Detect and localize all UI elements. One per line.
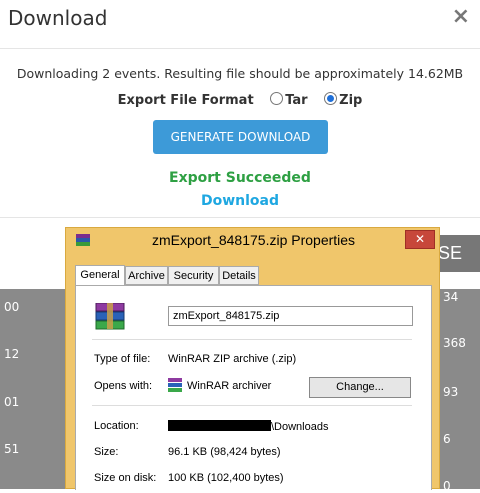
bg-number: 34 xyxy=(443,290,459,304)
zip-label[interactable]: Zip xyxy=(339,93,362,108)
size-on-disk-label: Size on disk: xyxy=(94,472,157,484)
export-status-text: Export Succeeded xyxy=(169,170,311,186)
tab-details[interactable]: Details xyxy=(219,266,259,285)
bg-number: 0 xyxy=(443,479,451,493)
modal-divider xyxy=(0,217,480,218)
bg-number: 00 xyxy=(4,300,20,314)
window-close-button[interactable]: ✕ xyxy=(405,230,435,249)
opens-with-label: Opens with: xyxy=(94,380,153,392)
redacted-path xyxy=(168,420,271,431)
winrar-archive-icon xyxy=(95,303,125,330)
export-format-label: Export File Format xyxy=(117,93,254,108)
bg-number: 93 xyxy=(443,385,459,399)
close-icon[interactable]: × xyxy=(452,4,470,29)
generate-download-button[interactable]: GENERATE DOWNLOAD xyxy=(153,120,328,154)
size-value: 96.1 KB (98,424 bytes) xyxy=(168,446,281,458)
general-panel: zmExport_848175.zip Type of file: WinRAR… xyxy=(75,285,432,490)
change-button[interactable]: Change... xyxy=(309,377,411,398)
tab-security[interactable]: Security xyxy=(168,266,219,285)
modal-title: Download xyxy=(8,6,108,30)
location-value: \Downloads xyxy=(168,420,328,433)
background-table-right: 34 368 93 6 0 xyxy=(440,289,480,493)
type-value: WinRAR ZIP archive (.zip) xyxy=(168,353,297,365)
separator xyxy=(92,339,412,340)
tar-label[interactable]: Tar xyxy=(285,93,307,108)
location-label: Location: xyxy=(94,420,139,432)
export-format-row: Export File Format Tar Zip xyxy=(0,92,480,108)
filename-field[interactable]: zmExport_848175.zip xyxy=(168,306,413,326)
bg-number: 51 xyxy=(4,442,20,456)
bg-number: 6 xyxy=(443,432,451,446)
tab-archive[interactable]: Archive xyxy=(125,266,168,285)
bg-number: 368 xyxy=(443,336,466,350)
download-info-text: Downloading 2 events. Resulting file sho… xyxy=(16,66,464,81)
tab-general[interactable]: General xyxy=(75,265,125,285)
bg-number: 12 xyxy=(4,347,20,361)
background-table-left: 00 12 01 51 xyxy=(0,289,65,489)
download-link[interactable]: Download xyxy=(0,193,480,209)
location-text: \Downloads xyxy=(271,421,329,433)
properties-title: zmExport_848175.zip Properties xyxy=(151,232,356,248)
winrar-app-icon xyxy=(168,378,182,392)
bg-number: 01 xyxy=(4,395,20,409)
size-on-disk-value: 100 KB (102,400 bytes) xyxy=(168,472,284,484)
size-label: Size: xyxy=(94,446,119,458)
properties-window: zmExport_848175.zip Properties ✕ General… xyxy=(65,227,440,490)
opens-with-value: WinRAR archiver xyxy=(187,380,272,392)
tar-radio[interactable] xyxy=(270,92,284,105)
modal-header: Download × xyxy=(0,0,480,49)
zip-radio[interactable] xyxy=(324,92,338,105)
type-label: Type of file: xyxy=(94,353,151,365)
separator xyxy=(92,405,412,406)
